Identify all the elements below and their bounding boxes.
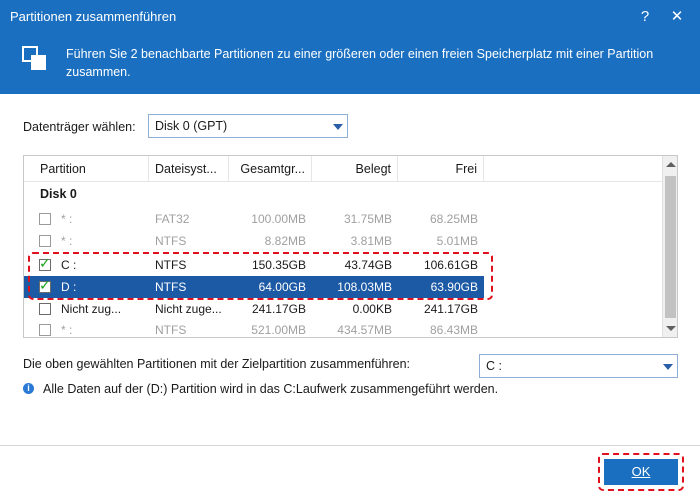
cell-filesystem: NTFS — [155, 234, 187, 248]
scroll-down-icon[interactable] — [666, 326, 676, 331]
footer-divider — [0, 445, 700, 446]
row-checkbox[interactable] — [39, 213, 51, 225]
cell-used: 0.00KB — [352, 302, 392, 316]
ok-button[interactable]: OK — [604, 459, 678, 485]
table-scrollbar[interactable] — [662, 156, 677, 337]
disk-select[interactable]: Disk 0 (GPT) — [148, 114, 348, 138]
column-header-free[interactable]: Frei — [398, 156, 484, 182]
cell-free: 5.01MB — [436, 234, 478, 248]
column-header-partition[interactable]: Partition — [34, 156, 149, 182]
column-header-used[interactable]: Belegt — [312, 156, 398, 182]
cell-free: 86.43MB — [429, 323, 478, 337]
cell-filesystem: NTFS — [155, 323, 187, 337]
table-row[interactable]: * : NTFS 521.00MB 434.57MB 86.43MB — [24, 319, 484, 337]
row-checkbox[interactable] — [39, 324, 51, 336]
dialog-header: Partitionen zusammenführen ? ✕ Führen Si… — [0, 0, 700, 94]
table-row[interactable]: * : NTFS 8.82MB 3.81MB 5.01MB — [24, 230, 484, 252]
cell-partition: * : — [61, 323, 73, 337]
cell-total-size: 521.00MB — [251, 323, 306, 337]
close-button[interactable]: ✕ — [664, 6, 690, 28]
help-button[interactable]: ? — [633, 6, 657, 28]
chevron-down-icon — [663, 364, 673, 370]
info-icon: i — [23, 383, 34, 394]
disk-select-label: Datenträger wählen: — [23, 120, 136, 134]
cell-total-size: 8.82MB — [264, 234, 306, 248]
cell-filesystem: FAT32 — [155, 212, 190, 226]
scroll-up-icon[interactable] — [666, 162, 676, 167]
cell-free: 241.17GB — [423, 302, 478, 316]
dialog-description: Führen Sie 2 benachbarte Partitionen zu … — [66, 47, 654, 79]
window-title: Partitionen zusammenführen — [10, 9, 177, 24]
cell-used: 3.81MB — [350, 234, 392, 248]
cell-partition: Nicht zug... — [61, 302, 122, 316]
disk-select-value: Disk 0 (GPT) — [155, 119, 228, 133]
merge-partitions-icon — [22, 46, 46, 70]
cell-partition: * : — [61, 212, 73, 226]
cell-free: 68.25MB — [429, 212, 478, 226]
table-row[interactable]: Nicht zug... Nicht zuge... 241.17GB 0.00… — [24, 298, 484, 320]
cell-filesystem: Nicht zuge... — [155, 302, 222, 316]
column-header-filesystem[interactable]: Dateisyst... — [149, 156, 229, 182]
cell-total-size: 241.17GB — [251, 302, 306, 316]
target-partition-label: Die oben gewählten Partitionen mit der Z… — [23, 357, 411, 371]
table-row[interactable]: * : FAT32 100.00MB 31.75MB 68.25MB — [24, 208, 484, 230]
partition-table: Partition Dateisyst... Gesamtgr... Beleg… — [23, 155, 678, 338]
cell-total-size: 100.00MB — [251, 212, 306, 226]
selected-partitions-highlight — [28, 252, 493, 300]
info-message: Alle Daten auf der (D:) Partition wird i… — [43, 382, 499, 396]
column-header-total-size[interactable]: Gesamtgr... — [229, 156, 312, 182]
target-partition-select[interactable]: C : — [479, 354, 678, 378]
scrollbar-thumb[interactable] — [665, 176, 676, 318]
table-header: Partition Dateisyst... Gesamtgr... Beleg… — [24, 156, 664, 182]
disk-group-label: Disk 0 — [40, 187, 77, 201]
row-checkbox[interactable] — [39, 303, 51, 315]
target-partition-value: C : — [486, 359, 502, 373]
row-checkbox[interactable] — [39, 235, 51, 247]
chevron-down-icon — [333, 124, 343, 130]
cell-used: 31.75MB — [343, 212, 392, 226]
cell-partition: * : — [61, 234, 73, 248]
cell-used: 434.57MB — [337, 323, 392, 337]
